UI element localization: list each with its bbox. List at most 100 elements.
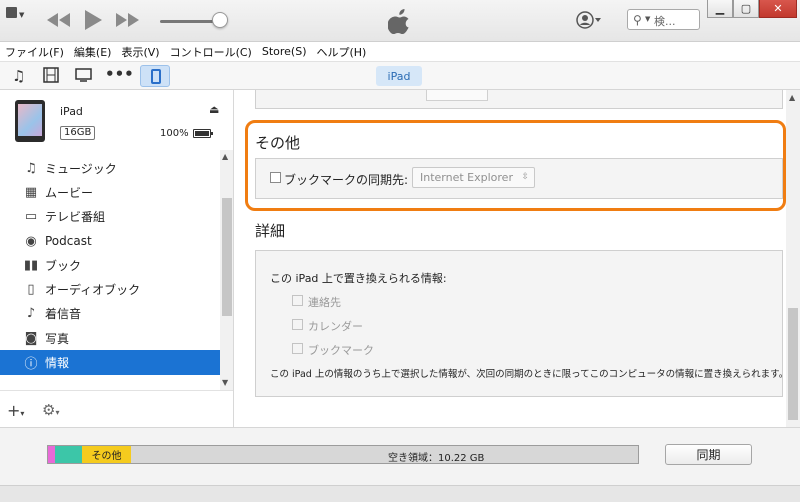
sidebar-item-movies[interactable]: ▦ ムービー	[0, 180, 220, 204]
film-icon: ▦	[24, 184, 38, 200]
play-icon	[85, 10, 102, 30]
battery-percent: 100%	[160, 128, 189, 139]
audiobook-icon: ▯	[27, 282, 35, 298]
fast-forward-button[interactable]	[115, 11, 141, 32]
sidebar-item-label: テレビ番組	[45, 210, 106, 225]
sync-button[interactable]: 同期	[665, 444, 752, 465]
contacts-checkbox[interactable]	[292, 295, 303, 306]
scrollbar-thumb[interactable]	[788, 308, 798, 420]
camera-icon: ◙	[24, 330, 38, 346]
details-box: この iPad 上で置き換えられる情報: 連絡先 カレンダー ブックマーク この…	[255, 250, 788, 397]
sidebar-item-label: ミュージック	[45, 161, 117, 176]
sidebar-item-audiobooks[interactable]: ▯ オーディオブック	[0, 277, 220, 301]
scroll-down-icon[interactable]: ▼	[222, 378, 228, 387]
calendar-label: カレンダー	[308, 320, 363, 333]
scrollbar-thumb[interactable]	[222, 198, 232, 316]
apple-logo-icon	[387, 8, 412, 35]
search-input[interactable]: 検...	[654, 13, 676, 29]
capacity-bar: その他 空き領域：10.22 GB	[47, 445, 639, 464]
capacity-segment-other: その他	[82, 446, 131, 463]
info-icon: ⓘ	[24, 357, 38, 373]
main-content: その他 ブックマークの同期先: Internet Explorer ⇳ 詳細 こ…	[235, 90, 800, 427]
rewind-icon	[47, 13, 70, 27]
music-note-icon[interactable]: ♫	[12, 67, 25, 85]
account-icon	[576, 11, 601, 29]
menu-view[interactable]: 表示(V)	[121, 44, 159, 60]
contacts-label: 連絡先	[308, 296, 341, 309]
app-menu-icon	[6, 7, 17, 18]
section-title-other: その他	[255, 134, 301, 152]
sidebar-item-tones[interactable]: ♪ 着信音	[0, 302, 220, 326]
menu-edit[interactable]: 編集(E)	[74, 44, 112, 60]
maximize-button[interactable]: ▢	[733, 0, 759, 18]
replace-info-note: この iPad 上の情報のうち上で選択した情報が、次回の同期のときに限ってこのコ…	[270, 369, 789, 380]
bookmark-sync-checkbox[interactable]	[270, 172, 281, 183]
menu-store[interactable]: Store(S)	[262, 45, 307, 58]
sidebar-item-music[interactable]: ♫ ミュージック	[0, 156, 220, 180]
sidebar-footer: +▾ ⚙▾	[0, 390, 233, 427]
sidebar-item-label: オーディオブック	[45, 283, 141, 298]
previous-section-box	[255, 90, 783, 109]
scroll-up-icon[interactable]: ▲	[789, 93, 795, 102]
capacity-badge: 16GB	[60, 126, 96, 140]
window-bottom-edge	[0, 485, 800, 502]
ipad-thumbnail	[15, 100, 45, 142]
fast-forward-icon	[116, 13, 139, 27]
search-box[interactable]: ⚲ ▼ 検...	[627, 9, 700, 30]
add-icon[interactable]: +▾	[7, 401, 24, 420]
menu-controls[interactable]: コントロール(C)	[170, 44, 252, 60]
sidebar-item-podcast[interactable]: ◉ Podcast	[0, 229, 220, 253]
search-icon: ⚲	[633, 13, 642, 27]
bookmark-target-select[interactable]: Internet Explorer ⇳	[412, 167, 535, 188]
music-note-icon: ♫	[25, 160, 37, 176]
window-controls: ▁ ▢ ✕	[707, 0, 797, 20]
media-toolbar: ♫ ••• iPad	[0, 62, 800, 90]
calendar-checkbox[interactable]	[292, 319, 303, 330]
play-button[interactable]	[82, 9, 104, 34]
other-settings-box: ブックマークの同期先: Internet Explorer ⇳	[255, 158, 783, 199]
sidebar-item-info[interactable]: ⓘ 情報	[0, 350, 220, 375]
film-icon[interactable]	[43, 67, 59, 87]
chevron-down-icon: ▼	[645, 15, 651, 23]
sidebar-item-tv[interactable]: ▭ テレビ番組	[0, 205, 220, 229]
sidebar-item-label: ムービー	[45, 185, 94, 200]
volume-knob[interactable]	[212, 12, 228, 28]
gear-icon[interactable]: ⚙▾	[42, 401, 59, 419]
device-tab[interactable]: iPad	[376, 66, 422, 86]
menu-file[interactable]: ファイル(F)	[5, 44, 64, 60]
sidebar-item-label: Podcast	[45, 234, 92, 249]
select-arrows-icon: ⇳	[521, 172, 529, 182]
replace-info-heading: この iPad 上で置き換えられる情報:	[270, 272, 447, 285]
tv-icon[interactable]	[75, 67, 92, 87]
scroll-up-icon[interactable]: ▲	[222, 152, 228, 161]
podcast-icon: ◉	[25, 233, 37, 249]
capacity-segment-pink	[48, 446, 55, 463]
account-button[interactable]	[576, 11, 604, 32]
bookmark-sync-label: ブックマークの同期先:	[284, 173, 409, 187]
title-bar: ▼ ⚲ ▼ 検... ▁ ▢ ✕	[0, 0, 800, 42]
device-button[interactable]	[140, 65, 170, 87]
sidebar-scrollbar[interactable]: ▲ ▼	[220, 150, 233, 390]
bookmarks-checkbox[interactable]	[292, 343, 303, 354]
close-button[interactable]: ✕	[759, 0, 797, 18]
menu-help[interactable]: ヘルプ(H)	[316, 44, 366, 60]
bookmarks-label: ブックマーク	[308, 344, 374, 357]
device-name: iPad	[60, 105, 83, 118]
app-menu-button[interactable]: ▼	[6, 5, 28, 21]
ipad-icon	[151, 69, 161, 84]
more-icon[interactable]: •••	[105, 65, 134, 83]
sidebar-item-label: 写真	[45, 331, 70, 346]
capacity-other-label: その他	[91, 451, 122, 462]
rewind-button[interactable]	[45, 11, 71, 32]
eject-icon[interactable]: ⏏	[209, 103, 219, 116]
minimize-button[interactable]: ▁	[707, 0, 733, 18]
sidebar-item-books[interactable]: ▮▮ ブック	[0, 253, 220, 277]
sidebar-item-photos[interactable]: ◙ 写真	[0, 326, 220, 350]
section-title-details: 詳細	[255, 222, 286, 240]
sidebar-nav: ♫ ミュージック ▦ ムービー ▭ テレビ番組 ◉ Podcast ▮▮ ブック…	[0, 156, 220, 375]
status-bar: その他 空き領域：10.22 GB 同期	[0, 427, 800, 485]
bookmark-target-value: Internet Explorer	[420, 171, 513, 184]
free-space-label: 空き領域：10.22 GB	[388, 453, 485, 464]
main-scrollbar[interactable]: ▲	[786, 90, 800, 427]
chevron-down-icon: ▼	[19, 11, 25, 19]
